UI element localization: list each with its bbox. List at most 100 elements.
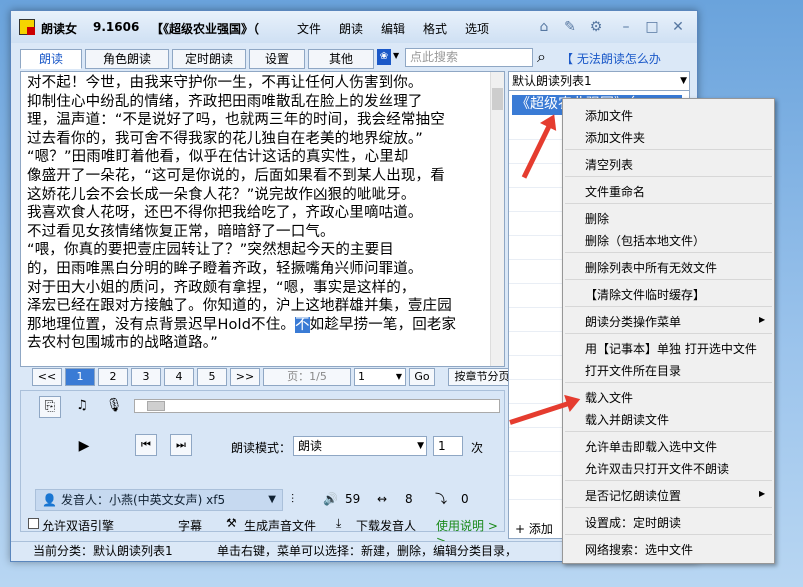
progress-thumb[interactable] — [147, 401, 165, 411]
playback-panel: ⎘ ♫ 🎙 ▶ ⏮ ⏭ 朗读模式： 朗读 ▼ 1 次 👤 发音人：小燕(中英文女声)… — [20, 390, 505, 532]
text-line: 这娇花儿会不会长成一朵食人花？”说完故作凶狠的呲呲牙。 — [27, 186, 416, 203]
menu-item-open-folder[interactable]: 打开文件所在目录 — [585, 362, 681, 379]
pager-page-4[interactable]: 4 — [164, 368, 194, 386]
read-mode-value: 朗读 — [298, 439, 323, 453]
pager-page-select-value: 1 — [358, 370, 365, 383]
menu-item-web-search[interactable]: 网络搜索：选中文件 — [585, 541, 693, 558]
pager-go-button[interactable]: Go — [409, 368, 435, 386]
generate-audio-button[interactable]: 生成声音文件 — [244, 517, 316, 534]
scrollbar-thumb[interactable] — [492, 88, 503, 110]
menu-item-load-and-read[interactable]: 载入并朗读文件 — [585, 411, 669, 428]
microphone-icon[interactable]: 🎙 — [103, 396, 125, 418]
paw-icon[interactable]: ❀ — [377, 49, 391, 65]
tab-read[interactable]: 朗读 — [20, 49, 82, 69]
search-icon[interactable]: ⌕ — [537, 47, 546, 67]
pager-page-select[interactable]: 1 ▼ — [354, 368, 406, 386]
text-scrollbar[interactable] — [490, 72, 504, 366]
menu-separator — [565, 149, 772, 150]
pager-next-button[interactable]: >> — [230, 368, 260, 386]
text-line: 抑制住心中纷乱的情绪，齐政把田雨唯散乱在脸上的发丝理了 — [27, 93, 423, 110]
menu-options[interactable]: 选项 — [465, 20, 489, 37]
menu-item-add-file[interactable]: 添加文件 — [585, 107, 633, 124]
text-line-head: 那地理位置，没有点背景迟早Hold不住。 — [27, 316, 296, 333]
repeat-unit-label: 次 — [471, 441, 484, 455]
next-icon[interactable]: ⏭ — [170, 434, 192, 456]
app-name: 朗读女 — [41, 22, 78, 36]
home-icon[interactable]: ⌂ — [533, 17, 555, 37]
pitch-value[interactable]: 0 — [461, 489, 469, 511]
menu-item-remember-position[interactable]: 是否记忆朗读位置 — [585, 487, 681, 504]
tab-timed-read[interactable]: 定时朗读 — [172, 49, 246, 69]
menu-item-add-folder[interactable]: 添加文件夹 — [585, 129, 645, 146]
text-editor[interactable]: 对不起！今世，由我来守护你一生，不再让任何人伤害到你。 抑制住心中纷乱的情绪，齐… — [20, 71, 505, 367]
menu-item-clear-list[interactable]: 清空列表 — [585, 156, 633, 173]
close-icon[interactable]: ✕ — [667, 17, 689, 37]
text-line-tail: 如趁早捞一笔，回老家 — [309, 316, 457, 333]
menu-read[interactable]: 朗读 — [339, 20, 363, 37]
menu-separator — [565, 480, 772, 481]
minimize-icon[interactable]: – — [615, 17, 637, 37]
bottom-toolbar: 允许双语引擎 字幕 ⚒ 生成声音文件 ⤓ 下载发音人 使用说明 > > — [20, 514, 510, 548]
tab-other[interactable]: 其他 — [308, 49, 374, 69]
menu-item-double-click-open[interactable]: 允许双击只打开文件不朗读 — [585, 460, 729, 477]
status-category: 当前分类：默认朗读列表1 — [33, 544, 173, 558]
menu-item-set-timed[interactable]: 设置成：定时朗读 — [585, 514, 681, 531]
progress-slider[interactable] — [134, 399, 500, 413]
document-title: 【《超级农业强国》（ — [151, 22, 260, 36]
voice-effect-icon[interactable]: ⫶ — [291, 489, 294, 511]
repeat-count-field[interactable]: 1 — [433, 436, 463, 456]
search-input[interactable]: 点此搜索 — [405, 48, 533, 67]
text-line: 对于田大小姐的质问，齐政颇有拿捏，“嗯，事实是这样的， — [27, 279, 416, 296]
volume-value[interactable]: 59 — [345, 489, 360, 511]
pager-prev-button[interactable]: << — [32, 368, 62, 386]
menu-item-clear-cache[interactable]: 【清除文件临时缓存】 — [585, 286, 705, 303]
menu-item-open-notepad[interactable]: 用【记事本】单独 打开选中文件 — [585, 340, 757, 357]
tab-settings[interactable]: 设置 — [249, 49, 305, 69]
pager-page-3[interactable]: 3 — [131, 368, 161, 386]
add-playlist-button[interactable]: + 添加 — [515, 520, 553, 537]
read-mode-label: 朗读模式： — [231, 441, 292, 455]
menu-separator — [565, 382, 772, 383]
split-mode-button[interactable]: 按章节分页 — [448, 368, 516, 386]
pin-icon[interactable]: ✎ — [559, 17, 581, 37]
dual-engine-checkbox[interactable] — [28, 518, 39, 529]
text-line: 的，田雨唯黑白分明的眸子瞪着齐政，轻撅嘴角兴师问罪道。 — [27, 261, 423, 277]
read-mode-select[interactable]: 朗读 ▼ — [293, 436, 427, 456]
menu-edit[interactable]: 编辑 — [381, 20, 405, 37]
menu-item-delete-local[interactable]: 删除（包括本地文件） — [585, 232, 705, 249]
pager-page-info: 页：1/5 — [263, 368, 351, 386]
pager-page-2[interactable]: 2 — [98, 368, 128, 386]
menu-separator — [565, 507, 772, 508]
music-icon[interactable]: ♫ — [71, 396, 93, 418]
tab-role-read[interactable]: 角色朗读 — [85, 49, 169, 69]
menu-item-single-click-load[interactable]: 允许单击即载入选中文件 — [585, 438, 717, 455]
menu-item-load-file[interactable]: 载入文件 — [585, 389, 633, 406]
settings-icon[interactable]: ⚙ — [585, 17, 607, 37]
voice-select[interactable]: 👤 发音人：小燕(中英文女声) xf5 ▼ — [35, 489, 283, 511]
menu-format[interactable]: 格式 — [423, 20, 447, 37]
pager-page-5[interactable]: 5 — [197, 368, 227, 386]
dual-engine-label[interactable]: 允许双语引擎 — [42, 517, 114, 534]
speed-icon[interactable]: ↔ — [377, 489, 387, 511]
menu-item-delete[interactable]: 删除 — [585, 210, 609, 227]
menu-item-category-ops[interactable]: 朗读分类操作菜单 — [585, 313, 681, 330]
menu-item-rename[interactable]: 文件重命名 — [585, 183, 645, 200]
text-line: 过去看你的，我可舍不得我家的花儿独自在老美的地界绽放。” — [27, 130, 423, 147]
text-line-current: 那地理位置，没有点背景迟早Hold不住。不如趁早捞一笔，回老家 — [27, 316, 489, 335]
menu-item-delete-invalid[interactable]: 删除列表中所有无效文件 — [585, 259, 717, 276]
menu-separator — [565, 176, 772, 177]
play-icon[interactable]: ▶ — [73, 436, 95, 458]
playlist-selector[interactable]: 默认朗读列表1 ▼ — [509, 72, 689, 91]
open-file-icon[interactable]: ⎘ — [39, 396, 61, 418]
volume-icon[interactable]: 🔊 — [323, 489, 338, 511]
help-link[interactable]: 【 无法朗读怎么办 — [561, 50, 689, 67]
previous-icon[interactable]: ⏮ — [135, 434, 157, 456]
maximize-icon[interactable]: □ — [641, 17, 663, 37]
paw-dropdown-icon[interactable]: ▼ — [393, 51, 399, 60]
pager-page-1[interactable]: 1 — [65, 368, 95, 386]
subtitle-button[interactable]: 字幕 — [178, 517, 202, 534]
download-voice-button[interactable]: 下载发音人 — [356, 517, 416, 534]
pitch-icon[interactable]: ⤵ — [435, 489, 447, 511]
menu-file[interactable]: 文件 — [297, 20, 321, 37]
speed-value[interactable]: 8 — [405, 489, 413, 511]
